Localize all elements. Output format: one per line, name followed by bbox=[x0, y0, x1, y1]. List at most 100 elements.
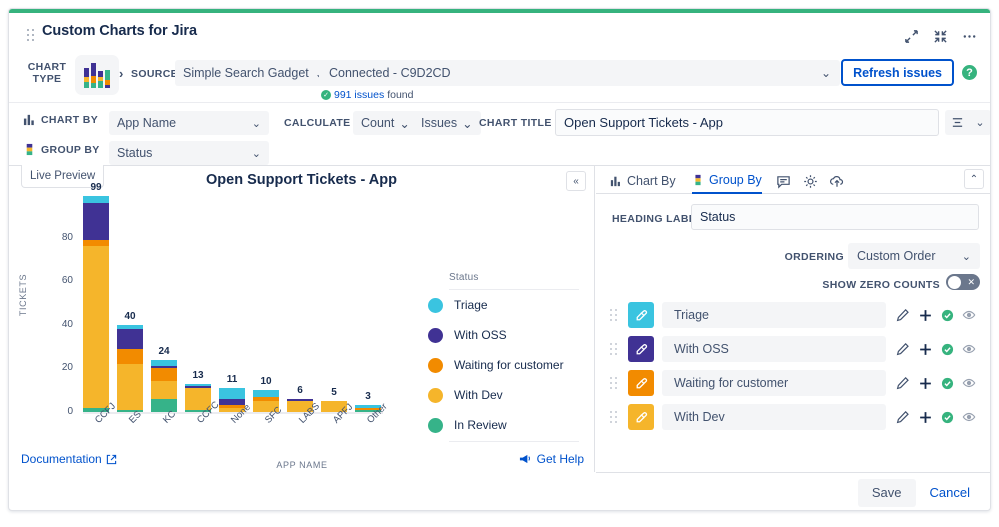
cloud-upload-icon[interactable] bbox=[828, 172, 846, 190]
drag-handle-icon[interactable] bbox=[610, 309, 618, 321]
tab-group-by[interactable]: Group By bbox=[692, 168, 762, 194]
gear-icon[interactable] bbox=[801, 172, 819, 190]
heading-label-input[interactable] bbox=[691, 204, 979, 230]
group-by-label: GROUP BY bbox=[41, 143, 100, 156]
bar-value-label: 13 bbox=[192, 369, 204, 381]
status-check-icon[interactable] bbox=[936, 406, 958, 428]
source-select[interactable]: Simple Search Gadget ⌄ bbox=[175, 60, 334, 86]
chart-by-select[interactable]: App Name ⌄ bbox=[109, 111, 269, 135]
help-icon[interactable]: ? bbox=[962, 65, 977, 80]
calculate-unit-select[interactable]: Issues ⌄ bbox=[413, 111, 481, 135]
group-row-label[interactable]: With Dev bbox=[662, 404, 886, 430]
color-swatch-button[interactable] bbox=[628, 370, 654, 396]
calculate-select[interactable]: Count ⌄ bbox=[353, 111, 418, 135]
bar-segment[interactable] bbox=[83, 246, 109, 408]
visibility-icon[interactable] bbox=[958, 406, 980, 428]
legend-item[interactable]: Triage bbox=[428, 290, 579, 320]
bar-segment[interactable] bbox=[151, 398, 177, 412]
more-options-icon[interactable] bbox=[956, 24, 982, 48]
live-preview-panel: Live Preview Open Support Tickets - App … bbox=[9, 165, 595, 472]
collapse-expand-icon[interactable] bbox=[898, 24, 924, 48]
drag-handle-icon[interactable] bbox=[610, 411, 618, 423]
minimize-icon[interactable] bbox=[927, 24, 953, 48]
documentation-label: Documentation bbox=[21, 452, 102, 466]
edit-icon[interactable] bbox=[892, 372, 914, 394]
check-circle-icon: ✓ bbox=[321, 90, 331, 100]
legend-title: Status bbox=[449, 272, 579, 290]
status-check-icon[interactable] bbox=[936, 304, 958, 326]
legend-item[interactable]: With OSS bbox=[428, 320, 579, 350]
cancel-button[interactable]: Cancel bbox=[922, 479, 978, 507]
bar[interactable]: 99 bbox=[83, 182, 109, 412]
refresh-issues-button[interactable]: Refresh issues bbox=[841, 59, 954, 86]
config-area: CHART TYPE › SOURCE Simple Search Gadget… bbox=[9, 53, 990, 166]
group-row[interactable]: With Dev bbox=[596, 401, 990, 433]
drag-handle-icon[interactable] bbox=[27, 29, 35, 41]
connection-select[interactable]: Connected - C9D2CD ⌄ bbox=[319, 60, 840, 86]
get-help-link[interactable]: Get Help bbox=[519, 452, 584, 466]
color-swatch-button[interactable] bbox=[628, 404, 654, 430]
edit-icon[interactable] bbox=[892, 406, 914, 428]
bar-segment[interactable] bbox=[117, 364, 143, 410]
bar-segment[interactable] bbox=[83, 202, 109, 240]
group-row[interactable]: Waiting for customer bbox=[596, 367, 990, 399]
group-row-label[interactable]: Waiting for customer bbox=[662, 370, 886, 396]
bar[interactable]: 40 bbox=[117, 311, 143, 412]
tab-chart-by[interactable]: Chart By bbox=[610, 168, 676, 194]
legend-label: With OSS bbox=[454, 328, 507, 342]
visibility-icon[interactable] bbox=[958, 338, 980, 360]
documentation-link[interactable]: Documentation bbox=[21, 452, 117, 466]
eyedropper-icon bbox=[636, 411, 647, 422]
bar-chart-icon bbox=[23, 114, 34, 126]
eyedropper-icon bbox=[636, 377, 647, 388]
chart-title-label: CHART TITLE bbox=[479, 117, 552, 129]
bar-segment[interactable] bbox=[151, 381, 177, 399]
group-row[interactable]: With OSS bbox=[596, 333, 990, 365]
show-zero-counts-toggle[interactable]: ✕ bbox=[946, 274, 980, 290]
group-row-label[interactable]: With OSS bbox=[662, 336, 886, 362]
drag-handle-icon[interactable] bbox=[610, 377, 618, 389]
color-swatch-button[interactable] bbox=[628, 336, 654, 362]
issues-count-link[interactable]: 991 issues bbox=[334, 89, 384, 101]
add-icon[interactable] bbox=[914, 338, 936, 360]
visibility-icon[interactable] bbox=[958, 372, 980, 394]
group-row-label[interactable]: Triage bbox=[662, 302, 886, 328]
bar-segment[interactable] bbox=[219, 388, 245, 399]
megaphone-icon bbox=[519, 454, 530, 464]
legend-item[interactable]: Waiting for customer bbox=[428, 350, 579, 380]
comment-icon[interactable] bbox=[774, 172, 792, 190]
ordering-select[interactable]: Custom Order ⌄ bbox=[848, 243, 980, 269]
visibility-icon[interactable] bbox=[958, 304, 980, 326]
settings-panel: Chart By Group By ⌃ HEADING LABEL Status… bbox=[596, 166, 990, 472]
add-icon[interactable] bbox=[914, 406, 936, 428]
tab-group-by-label: Group By bbox=[709, 173, 762, 187]
edit-icon[interactable] bbox=[892, 304, 914, 326]
bar-group: 99 40 24 13 11 10 6 5 3 bbox=[83, 182, 393, 412]
bar-segment[interactable] bbox=[151, 368, 177, 382]
bar[interactable]: 24 bbox=[151, 346, 177, 412]
legend-item[interactable]: In Review bbox=[428, 410, 579, 440]
color-swatch-button[interactable] bbox=[628, 302, 654, 328]
status-check-icon[interactable] bbox=[936, 372, 958, 394]
group-by-select[interactable]: Status ⌄ bbox=[109, 141, 269, 165]
status-check-icon[interactable] bbox=[936, 338, 958, 360]
drag-handle-icon[interactable] bbox=[610, 343, 618, 355]
chart-title-input[interactable] bbox=[555, 109, 939, 136]
bar-segment[interactable] bbox=[117, 329, 143, 349]
add-icon[interactable] bbox=[914, 304, 936, 326]
collapse-settings-button[interactable]: ⌃ bbox=[964, 169, 984, 189]
legend-label: With Dev bbox=[454, 388, 503, 402]
edit-icon[interactable] bbox=[892, 338, 914, 360]
title-options-chevron-icon[interactable]: ⌄ bbox=[969, 110, 990, 135]
text-align-icon[interactable] bbox=[945, 110, 969, 135]
y-axis-tick: 60 bbox=[61, 275, 73, 287]
chart-config-row: CHART BY App Name ⌄ GROUP BY Status ⌄ CA… bbox=[9, 103, 990, 166]
bar-segment[interactable] bbox=[117, 348, 143, 365]
save-button[interactable]: Save bbox=[857, 478, 916, 507]
group-row[interactable]: Triage bbox=[596, 299, 990, 331]
collapse-panel-button[interactable]: « bbox=[566, 171, 586, 191]
chart-type-icon[interactable] bbox=[75, 55, 119, 95]
legend-item[interactable]: With Dev bbox=[428, 380, 579, 410]
chart-type-chevron-icon[interactable]: › bbox=[119, 66, 123, 81]
add-icon[interactable] bbox=[914, 372, 936, 394]
